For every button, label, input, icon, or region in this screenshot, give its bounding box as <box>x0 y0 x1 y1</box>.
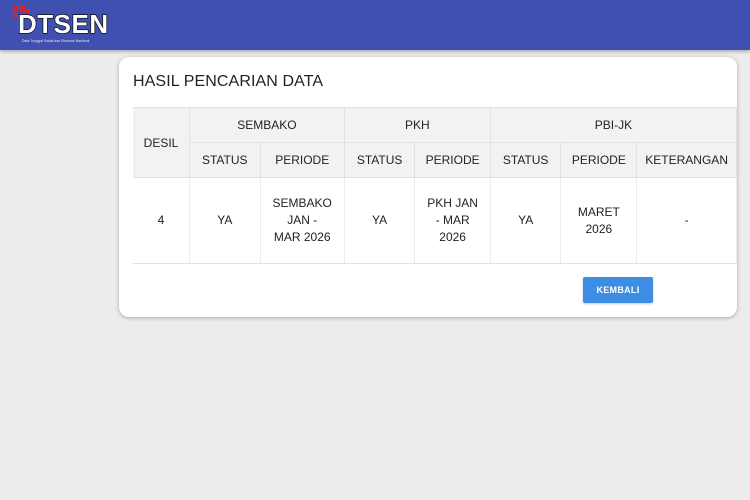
back-button[interactable]: KEMBALI <box>583 277 653 303</box>
header-pkh-periode: PERIODE <box>414 142 491 178</box>
cell-desil: 4 <box>133 177 191 264</box>
cell-sembako-status: YA <box>189 177 261 264</box>
cell-pkh-status: YA <box>343 177 416 264</box>
cell-keterangan: - <box>636 177 737 264</box>
logo-tagline: Data Tunggal Sosial dan Ekonomi Nasional <box>22 39 90 43</box>
table-row: 4 YA SEMBAKO JAN - MAR 2026 YA PKH JAN -… <box>133 177 737 264</box>
header-sembako-status: STATUS <box>189 142 261 178</box>
header-pkh-status: STATUS <box>343 142 416 178</box>
logo-wordmark: DTSEN <box>17 9 109 39</box>
cell-pbijk-periode: MARET 2026 <box>560 177 638 264</box>
search-result-card: HASIL PENCARIAN DATA DESIL SEMBAKO PKH P… <box>119 57 737 317</box>
header-sembako-periode: PERIODE <box>259 142 345 178</box>
header-pbijk-periode: PERIODE <box>560 142 638 178</box>
header-group-pkh: PKH <box>343 107 491 143</box>
page-title: HASIL PENCARIAN DATA <box>133 73 324 90</box>
result-table: DESIL SEMBAKO PKH PBI-JK STATUS PERIODE … <box>133 107 737 264</box>
header-group-sembako: SEMBAKO <box>189 107 345 143</box>
cell-pbijk-status: YA <box>489 177 562 264</box>
top-app-bar: DTSEN Data Tunggal Sosial dan Ekonomi Na… <box>0 0 750 50</box>
header-pbijk-status: STATUS <box>489 142 562 178</box>
dtsen-logo[interactable]: DTSEN Data Tunggal Sosial dan Ekonomi Na… <box>12 4 109 46</box>
header-keterangan: KETERANGAN <box>636 142 737 178</box>
header-group-pbijk: PBI-JK <box>489 107 737 143</box>
cell-pkh-periode: PKH JAN - MAR 2026 <box>414 177 491 264</box>
header-desil: DESIL <box>133 107 191 178</box>
cell-sembako-periode: SEMBAKO JAN - MAR 2026 <box>259 177 345 264</box>
